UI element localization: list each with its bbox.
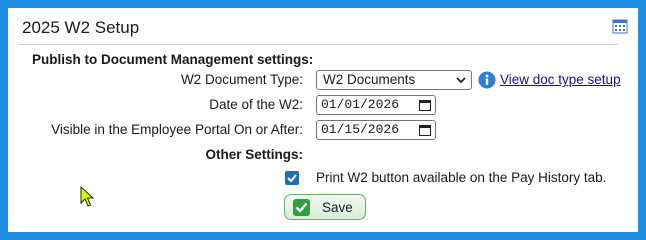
other-settings-heading: Other Settings: xyxy=(205,147,303,162)
visible-on-input[interactable]: 01/15/2026 xyxy=(316,120,436,140)
save-button[interactable]: Save xyxy=(284,194,366,220)
date-of-w2-value: 01/01/2026 xyxy=(321,97,400,112)
calendar-icon[interactable] xyxy=(612,18,628,34)
publish-section-heading: Publish to Document Management settings: xyxy=(32,52,314,67)
doc-type-value: W2 Documents xyxy=(323,72,416,87)
checkmark-icon xyxy=(287,174,297,183)
view-doc-type-setup-link[interactable]: View doc type setup xyxy=(500,72,621,87)
doc-type-select[interactable]: W2 Documents xyxy=(316,70,472,90)
print-w2-checkbox[interactable] xyxy=(285,171,299,185)
mouse-cursor-icon xyxy=(80,186,94,207)
date-label: Date of the W2: xyxy=(209,97,303,112)
print-w2-checkbox-label: Print W2 button available on the Pay His… xyxy=(316,170,607,185)
chevron-down-icon xyxy=(456,77,466,84)
info-icon[interactable] xyxy=(478,71,496,89)
doc-type-label: W2 Document Type: xyxy=(180,72,303,87)
title-divider xyxy=(18,44,618,45)
visible-on-value: 01/15/2026 xyxy=(321,122,400,137)
check-icon xyxy=(293,199,310,216)
save-button-label: Save xyxy=(322,200,353,215)
visible-on-label: Visible in the Employee Portal On or Aft… xyxy=(51,122,303,137)
date-picker-icon[interactable] xyxy=(419,99,431,111)
date-of-w2-input[interactable]: 01/01/2026 xyxy=(316,95,436,115)
date-picker-icon[interactable] xyxy=(419,124,431,136)
w2-setup-panel: 2025 W2 Setup Publish to Document Manage… xyxy=(8,8,638,232)
page-title: 2025 W2 Setup xyxy=(22,18,140,37)
